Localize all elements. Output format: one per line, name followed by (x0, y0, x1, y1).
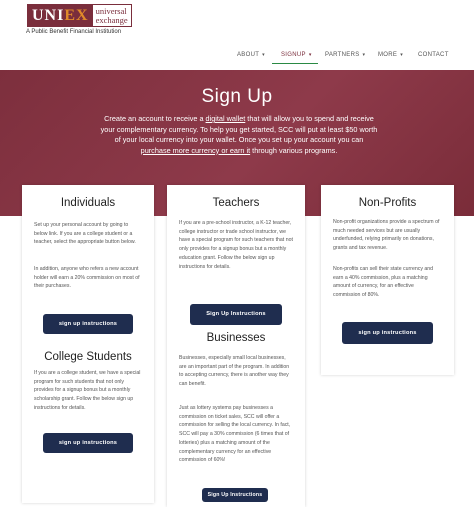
nav-signup-label: SIGNUP (281, 52, 306, 58)
logo-mark: UNIEX (28, 5, 93, 26)
nav-partners-label: PARTNERS (325, 52, 360, 58)
card-title-businesses: Businesses (206, 332, 266, 344)
hero-text-1: Create an account to receive a (104, 114, 206, 123)
logo-words: universal exchange (93, 5, 131, 26)
card-text-college: If you are a college student, we have a … (34, 370, 141, 411)
card-text-businesses-1: Businesses, especially small local busin… (179, 355, 290, 388)
businesses-signup-button[interactable]: Sign Up Instructions (202, 488, 268, 502)
card-text-nonprofits-2: Non-profits can sell their state currenc… (333, 266, 434, 299)
card-teachers: Teachers If you are a pre-school instruc… (167, 185, 305, 507)
nav-more-label: MORE (378, 52, 398, 58)
logo-mark-uni: UNI (32, 7, 65, 24)
logo[interactable]: UNIEX universal exchange (27, 4, 132, 27)
individuals-signup-button[interactable]: sign up instructions (43, 314, 133, 334)
chevron-down-icon: ▾ (362, 52, 366, 58)
header: UNIEX universal exchange A Public Benefi… (0, 0, 474, 70)
nav-more[interactable]: MORE ▾ (378, 52, 403, 58)
card-title-teachers: Teachers (212, 197, 260, 209)
nonprofits-signup-button[interactable]: sign up instructions (342, 322, 433, 344)
college-signup-button[interactable]: sign up instructions (43, 433, 133, 453)
hero-description: Create an account to receive a digital w… (100, 114, 378, 156)
page-title: Sign Up (201, 86, 273, 107)
card-text-businesses-2: Just as lottery systems pay businesses a… (179, 405, 291, 464)
digital-wallet-link[interactable]: digital wallet (206, 114, 246, 123)
card-text-nonprofits-1: Non-profit organizations provide a spect… (333, 219, 440, 252)
card-nonprofits: Non-Profits Non-profit organizations pro… (321, 185, 454, 375)
logo-mark-ex: EX (64, 7, 89, 24)
tagline: A Public Benefit Financial Institution (26, 29, 122, 35)
hero-text-3: through various programs. (250, 145, 338, 155)
nav-partners[interactable]: PARTNERS ▾ (325, 52, 365, 58)
card-text-individuals-2: In addition, anyone who refers a new acc… (34, 266, 140, 290)
main-nav: ABOUT ▾ SIGNUP ▾ PARTNERS ▾ MORE ▾ CONTACT (0, 52, 474, 66)
chevron-down-icon: ▾ (308, 52, 312, 58)
card-text-individuals-1: Set up your personal account by going to… (34, 222, 136, 246)
nav-contact[interactable]: CONTACT (418, 52, 449, 58)
nav-contact-label: CONTACT (418, 52, 449, 58)
chevron-down-icon: ▾ (262, 52, 265, 58)
nav-active-indicator (272, 63, 318, 64)
nav-about-label: ABOUT (237, 52, 260, 58)
card-text-teachers: If you are a pre-school instructor, a K-… (179, 220, 293, 270)
chevron-down-icon: ▾ (400, 52, 404, 58)
teachers-signup-button[interactable]: Sign Up Instructions (190, 304, 282, 325)
card-individuals: Individuals Set up your personal account… (22, 185, 154, 503)
logo-word-2: exchange (95, 14, 128, 25)
nav-signup[interactable]: SIGNUP ▾ (281, 52, 312, 58)
nav-about[interactable]: ABOUT ▾ (237, 52, 265, 58)
purchase-currency-link[interactable]: purchase more currency or earn it (141, 146, 251, 155)
card-title-nonprofits: Non-Profits (358, 197, 417, 209)
card-title-individuals: Individuals (60, 197, 116, 209)
card-title-college: College Students (44, 351, 132, 363)
